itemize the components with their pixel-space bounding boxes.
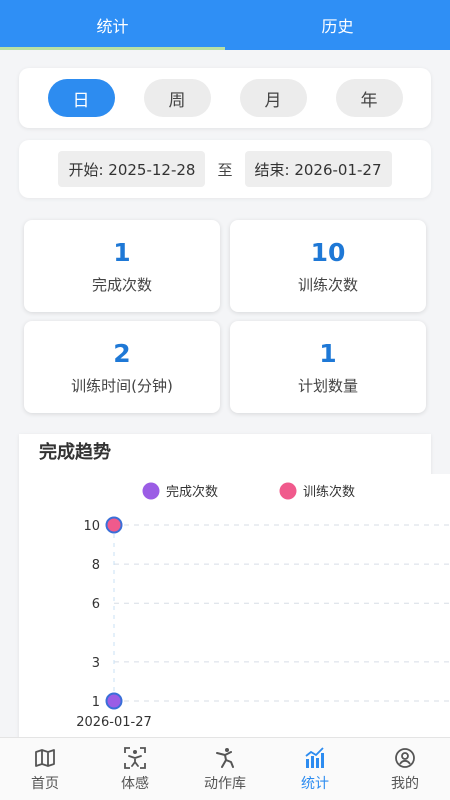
nav-label: 首页 <box>31 775 59 792</box>
stat-card-plan-count: 1 计划数量 <box>230 321 426 413</box>
nav-motion[interactable]: 体感 <box>90 738 180 800</box>
stat-value: 1 <box>319 338 337 368</box>
nav-home[interactable]: 首页 <box>0 738 90 800</box>
trend-title: 完成趋势 <box>39 442 111 463</box>
period-week-button[interactable]: 周 <box>143 79 211 117</box>
y-tick-label: 1 <box>92 695 100 710</box>
y-tick-label: 3 <box>92 656 100 671</box>
stat-value: 2 <box>113 338 131 368</box>
period-selector: 日 周 月 年 <box>19 68 431 128</box>
range-separator: 至 <box>217 160 233 179</box>
stat-label: 计划数量 <box>297 376 358 395</box>
nav-exercise-library[interactable]: 动作库 <box>180 738 270 800</box>
nav-label: 体感 <box>121 775 149 792</box>
stat-label: 完成次数 <box>91 275 152 294</box>
nav-label: 统计 <box>301 775 329 792</box>
legend-marker <box>142 482 160 500</box>
motion-sense-icon <box>124 746 146 769</box>
nav-profile[interactable]: 我的 <box>360 738 450 800</box>
nav-label: 我的 <box>391 775 419 792</box>
legend-marker <box>279 482 297 500</box>
chart-panel: 完成次数 训练次数 1 3 6 8 10 2026-01-27 <box>19 474 450 737</box>
stat-value: 1 <box>113 237 131 267</box>
stat-card-completions: 1 完成次数 <box>24 220 220 312</box>
nav-statistics[interactable]: 统计 <box>270 738 360 800</box>
start-date-field[interactable]: 开始: 2025-12-28 <box>58 151 206 187</box>
stat-label: 训练时间(分钟) <box>71 376 173 395</box>
tab-statistics[interactable]: 统计 <box>0 0 225 50</box>
end-date-field[interactable]: 结束: 2026-01-27 <box>244 151 392 187</box>
x-tick-label: 2026-01-27 <box>76 715 152 730</box>
top-tab-bar: 统计 历史 <box>0 0 450 50</box>
y-tick-label: 10 <box>83 519 100 534</box>
exercise-icon <box>216 747 234 768</box>
bar-chart-icon <box>305 746 324 768</box>
legend-label: 训练次数 <box>303 484 355 500</box>
map-icon <box>35 748 55 767</box>
period-month-button[interactable]: 月 <box>239 79 307 117</box>
trend-chart: 完成次数 训练次数 1 3 6 8 10 2026-01-27 <box>76 482 450 730</box>
bottom-nav: 首页 体感 动作库 统计 我的 <box>0 737 450 800</box>
stat-card-training-time: 2 训练时间(分钟) <box>24 321 220 413</box>
tab-history[interactable]: 历史 <box>225 0 450 50</box>
stat-value: 10 <box>310 237 346 267</box>
user-icon <box>395 747 415 768</box>
data-point <box>105 516 123 534</box>
data-point <box>105 692 123 710</box>
period-year-button[interactable]: 年 <box>335 79 403 117</box>
y-tick-label: 6 <box>92 597 100 612</box>
y-tick-label: 8 <box>92 558 100 573</box>
stat-card-trainings: 10 训练次数 <box>230 220 426 312</box>
stat-label: 训练次数 <box>297 275 358 294</box>
legend-label: 完成次数 <box>166 484 218 500</box>
period-day-button[interactable]: 日 <box>47 79 115 117</box>
nav-label: 动作库 <box>204 775 246 792</box>
date-range: 开始: 2025-12-28 至 结束: 2026-01-27 <box>19 140 431 198</box>
